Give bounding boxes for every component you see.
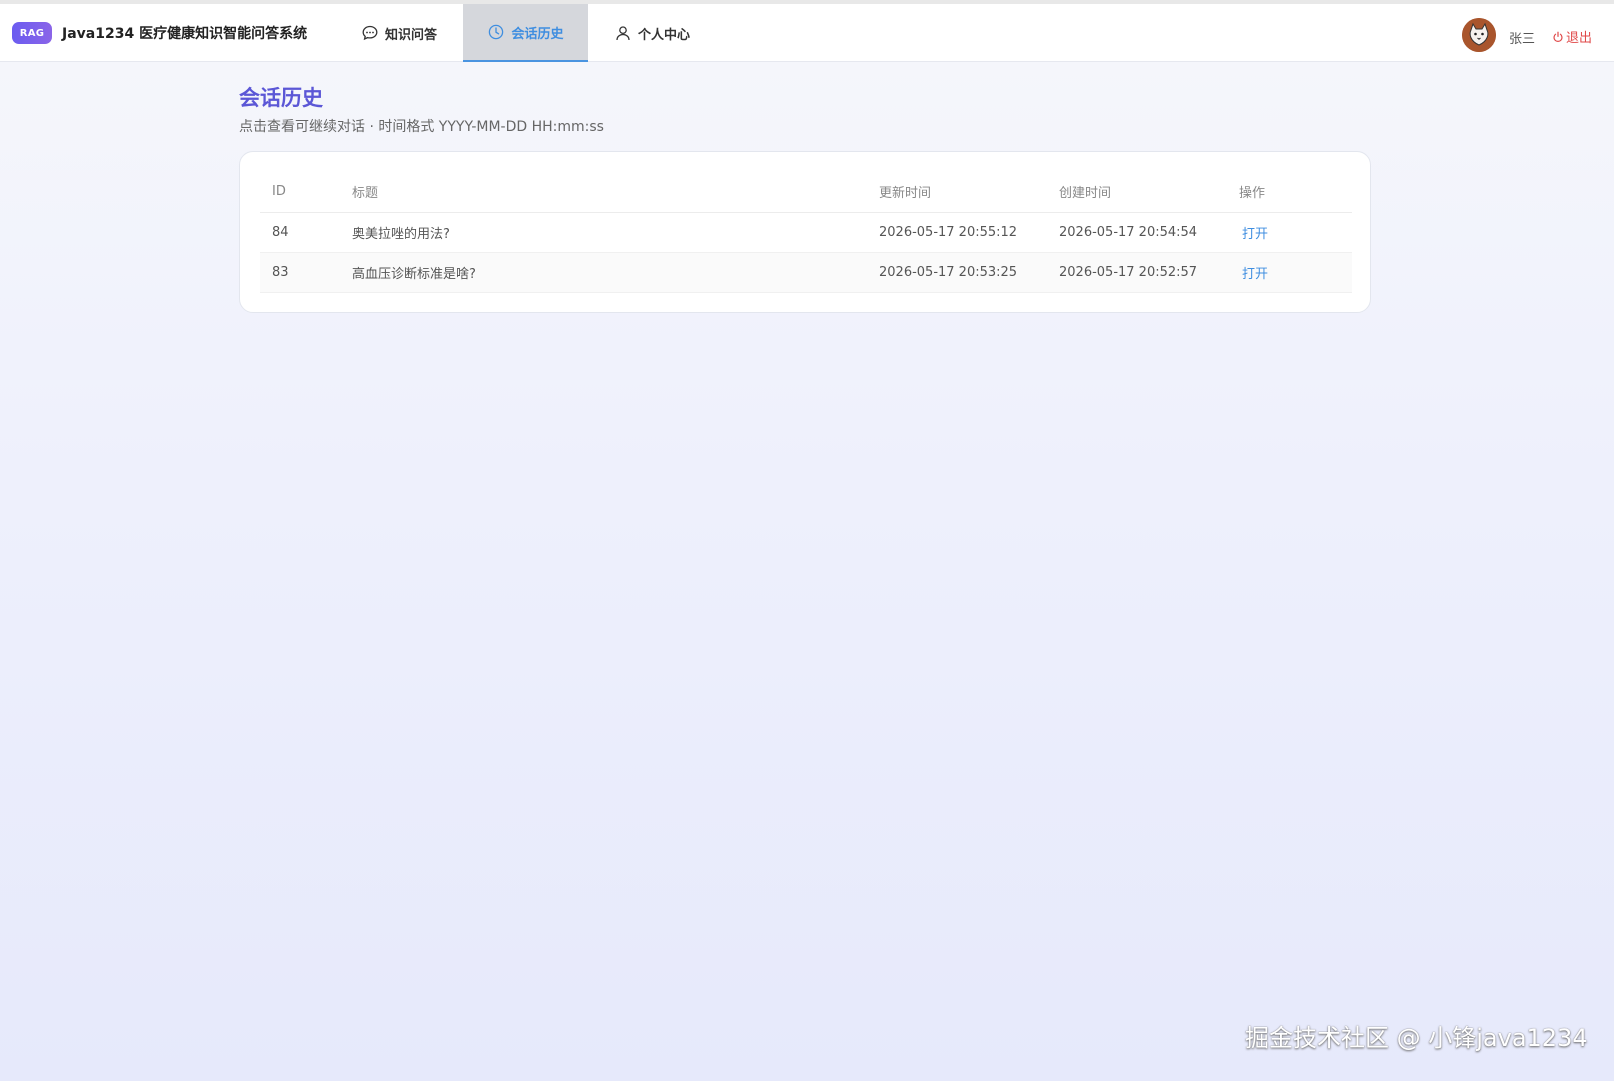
column-header-title: 标题 (340, 172, 867, 213)
tab-personal-center[interactable]: 个人中心 (600, 4, 704, 62)
clock-icon (487, 23, 505, 41)
avatar[interactable] (1462, 18, 1496, 52)
brand[interactable]: RAG Java1234 医疗健康知识智能问答系统 (12, 22, 307, 44)
page-title: 会话历史 (239, 86, 323, 110)
column-header-updated: 更新时间 (867, 172, 1047, 213)
cell-id: 84 (260, 212, 340, 253)
cell-action: 打开 (1227, 212, 1352, 253)
cell-title: 高血压诊断标准是啥? (340, 252, 867, 293)
tab-label: 会话历史 (511, 26, 564, 42)
cell-created: 2026-05-17 20:54:54 (1047, 212, 1227, 253)
cell-action: 打开 (1227, 252, 1352, 293)
user-name: 张三 (1509, 32, 1536, 47)
column-header-created: 创建时间 (1047, 172, 1227, 213)
column-header-action: 操作 (1227, 172, 1352, 213)
open-link[interactable]: 打开 (1239, 227, 1268, 242)
table-row[interactable]: 84 奥美拉唑的用法? 2026-05-17 20:55:12 2026-05-… (260, 212, 1352, 253)
column-header-id: ID (260, 172, 340, 213)
cell-updated: 2026-05-17 20:55:12 (867, 212, 1047, 253)
chat-bubble-icon (361, 24, 379, 42)
tab-session-history[interactable]: 会话历史 (463, 4, 588, 62)
user-icon (614, 24, 632, 42)
top-navbar: RAG Java1234 医疗健康知识智能问答系统 知识问答 会话历史 个人中心… (0, 0, 1614, 62)
tab-knowledge-qa[interactable]: 知识问答 (352, 4, 446, 62)
logout-label: 退出 (1566, 31, 1593, 46)
logout-button[interactable]: 退出 (1552, 27, 1592, 46)
page-subtitle: 点击查看可继续对话 · 时间格式 YYYY-MM-DD HH:mm:ss (239, 119, 604, 135)
rag-badge: RAG (12, 22, 52, 44)
table-header-row: ID 标题 更新时间 创建时间 操作 (260, 172, 1352, 213)
cell-id: 83 (260, 252, 340, 293)
avatar-cat-icon (1462, 18, 1496, 52)
cell-updated: 2026-05-17 20:53:25 (867, 252, 1047, 293)
watermark: 掘金技术社区 @ 小锋java1234 (1245, 1024, 1588, 1052)
cell-created: 2026-05-17 20:52:57 (1047, 252, 1227, 293)
power-icon (1552, 31, 1564, 43)
open-link[interactable]: 打开 (1239, 267, 1268, 282)
history-card: ID 标题 更新时间 创建时间 操作 84 奥美拉唑的用法? 2026-05-1… (239, 151, 1371, 313)
cell-title: 奥美拉唑的用法? (340, 212, 867, 253)
tab-label: 个人中心 (637, 27, 690, 43)
app-title: Java1234 医疗健康知识智能问答系统 (62, 26, 308, 42)
table-row[interactable]: 83 高血压诊断标准是啥? 2026-05-17 20:53:25 2026-0… (260, 252, 1352, 293)
tab-label: 知识问答 (384, 27, 437, 43)
history-table: ID 标题 更新时间 创建时间 操作 84 奥美拉唑的用法? 2026-05-1… (260, 172, 1352, 293)
